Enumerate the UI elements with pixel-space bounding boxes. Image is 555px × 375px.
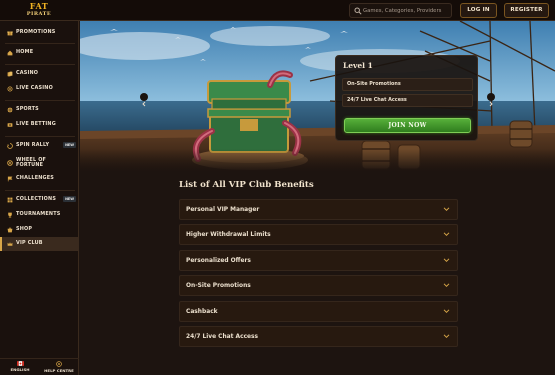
benefit-accordion-item[interactable]: 24/7 Live Chat Access xyxy=(179,326,458,347)
cards-icon xyxy=(7,71,13,77)
sidebar-item-casino[interactable]: CASINO xyxy=(0,67,79,81)
sidebar-item-label: WHEEL OF FORTUNE xyxy=(16,156,47,168)
chevron-right-icon xyxy=(489,101,493,107)
logo-text-bottom: PIRATE xyxy=(26,11,52,17)
benefit-label: Higher Withdrawal Limits xyxy=(186,232,271,238)
sidebar-item-label: SHOP xyxy=(16,226,33,233)
banner-prev-arrow[interactable] xyxy=(140,93,148,107)
vip-hero-banner xyxy=(80,21,555,172)
help-icon xyxy=(56,361,62,367)
register-button[interactable]: REGISTER xyxy=(504,3,549,18)
crown-icon xyxy=(7,242,13,246)
chevron-down-icon xyxy=(443,258,450,263)
language-selector[interactable]: ENGLISH xyxy=(2,361,38,372)
sidebar-item-vip-club[interactable]: VIP CLUB xyxy=(0,237,79,251)
canada-flag-icon xyxy=(16,361,24,366)
chevron-down-icon xyxy=(443,207,450,212)
vip-perk: On-Site Promotions xyxy=(342,78,473,91)
wheel-icon xyxy=(7,160,13,166)
benefit-accordion-item[interactable]: Cashback xyxy=(179,301,458,322)
sidebar-item-label: CASINO xyxy=(16,70,39,77)
login-button[interactable]: LOG IN xyxy=(460,3,497,18)
sidebar-footer: ENGLISH HELP CENTRE xyxy=(0,358,79,375)
sidebar-item-live-casino[interactable]: LIVE CASINO xyxy=(0,82,79,96)
live-bet-icon xyxy=(7,123,13,127)
sidebar-divider xyxy=(5,136,75,137)
chevron-down-icon xyxy=(443,334,450,339)
benefit-label: Personal VIP Manager xyxy=(186,207,260,213)
search-icon xyxy=(354,7,362,15)
chevron-down-icon xyxy=(443,309,450,314)
sidebar-item-promotions[interactable]: PROMOTIONS xyxy=(0,26,79,40)
chevron-left-icon xyxy=(142,101,146,107)
sidebar-divider xyxy=(5,43,75,44)
vip-level-card: Level 1 On-Site Promotions 24/7 Live Cha… xyxy=(335,55,478,141)
pirate-ship-deck-illustration xyxy=(80,21,555,172)
spin-icon xyxy=(7,143,13,149)
sidebar-item-label: LIVE BETTING xyxy=(16,121,56,128)
benefit-label: Personalized Offers xyxy=(186,258,251,264)
sidebar-item-collections[interactable]: COLLECTIONS NEW xyxy=(0,193,79,207)
live-icon xyxy=(7,86,13,92)
benefit-accordion-item[interactable]: On-Site Promotions xyxy=(179,275,458,296)
language-label: ENGLISH xyxy=(10,367,30,372)
sidebar-item-live-betting[interactable]: LIVE BETTING xyxy=(0,118,79,132)
top-bar: FAT PIRATE LOG IN REGISTER xyxy=(0,0,555,21)
benefit-label: Cashback xyxy=(186,309,218,315)
home-icon xyxy=(7,50,13,56)
sidebar-item-wheel-of-fortune[interactable]: WHEEL OF FORTUNE xyxy=(0,154,79,172)
vip-perk: 24/7 Live Chat Access xyxy=(342,94,473,107)
chevron-down-icon xyxy=(443,283,450,288)
join-now-button[interactable]: JOIN NOW xyxy=(344,118,471,133)
challenge-icon xyxy=(7,176,13,182)
sidebar-item-label: HOME xyxy=(16,49,34,56)
sidebar-divider xyxy=(5,64,75,65)
logo-text-top: FAT xyxy=(29,1,49,11)
sidebar-item-tournaments[interactable]: TOURNAMENTS xyxy=(0,208,79,222)
banner-next-arrow[interactable] xyxy=(487,93,495,107)
sidebar-item-sports[interactable]: SPORTS xyxy=(0,103,79,117)
sidebar-divider xyxy=(5,100,75,101)
sidebar-item-label: LIVE CASINO xyxy=(16,85,53,92)
sidebar-item-home[interactable]: HOME xyxy=(0,46,79,60)
sidebar-item-label: COLLECTIONS xyxy=(16,196,57,203)
chevron-down-icon xyxy=(443,232,450,237)
benefit-accordion-item[interactable]: Personalized Offers xyxy=(179,250,458,271)
help-label: HELP CENTRE xyxy=(44,368,74,373)
benefit-accordion-item[interactable]: Personal VIP Manager xyxy=(179,199,458,220)
sidebar-item-shop[interactable]: SHOP xyxy=(0,223,79,237)
sidebar-divider xyxy=(5,190,75,191)
sidebar-item-label: TOURNAMENTS xyxy=(16,211,61,218)
sidebar-item-label: SPIN RALLY xyxy=(16,142,50,149)
sidebar-item-spin-rally[interactable]: SPIN RALLY NEW xyxy=(0,139,79,153)
new-badge: NEW xyxy=(63,142,76,148)
sidebar-item-label: CHALLENGES xyxy=(16,175,55,182)
search-box[interactable] xyxy=(349,3,452,18)
sidebar-item-label: PROMOTIONS xyxy=(16,29,56,36)
sidebar-item-challenges[interactable]: CHALLENGES xyxy=(0,172,79,186)
benefit-label: 24/7 Live Chat Access xyxy=(186,334,259,340)
gift-icon xyxy=(7,31,13,36)
search-input[interactable] xyxy=(363,5,451,16)
fat-pirate-logo[interactable]: FAT PIRATE xyxy=(20,2,58,19)
vip-level-title: Level 1 xyxy=(343,61,373,70)
sidebar: PROMOTIONS HOME CASINO LIVE CASINO SPORT… xyxy=(0,21,79,375)
benefits-heading: List of All VIP Club Benefits xyxy=(179,180,314,190)
shop-icon xyxy=(7,227,13,233)
benefit-label: On-Site Promotions xyxy=(186,283,251,289)
sidebar-item-label: SPORTS xyxy=(16,106,39,113)
new-badge: NEW xyxy=(63,196,76,202)
ball-icon xyxy=(7,107,13,113)
benefit-accordion-item[interactable]: Higher Withdrawal Limits xyxy=(179,224,458,245)
sidebar-item-label: VIP CLUB xyxy=(16,240,43,247)
collection-icon xyxy=(7,197,13,203)
trophy-icon xyxy=(8,212,12,218)
help-centre-link[interactable]: HELP CENTRE xyxy=(41,361,77,373)
